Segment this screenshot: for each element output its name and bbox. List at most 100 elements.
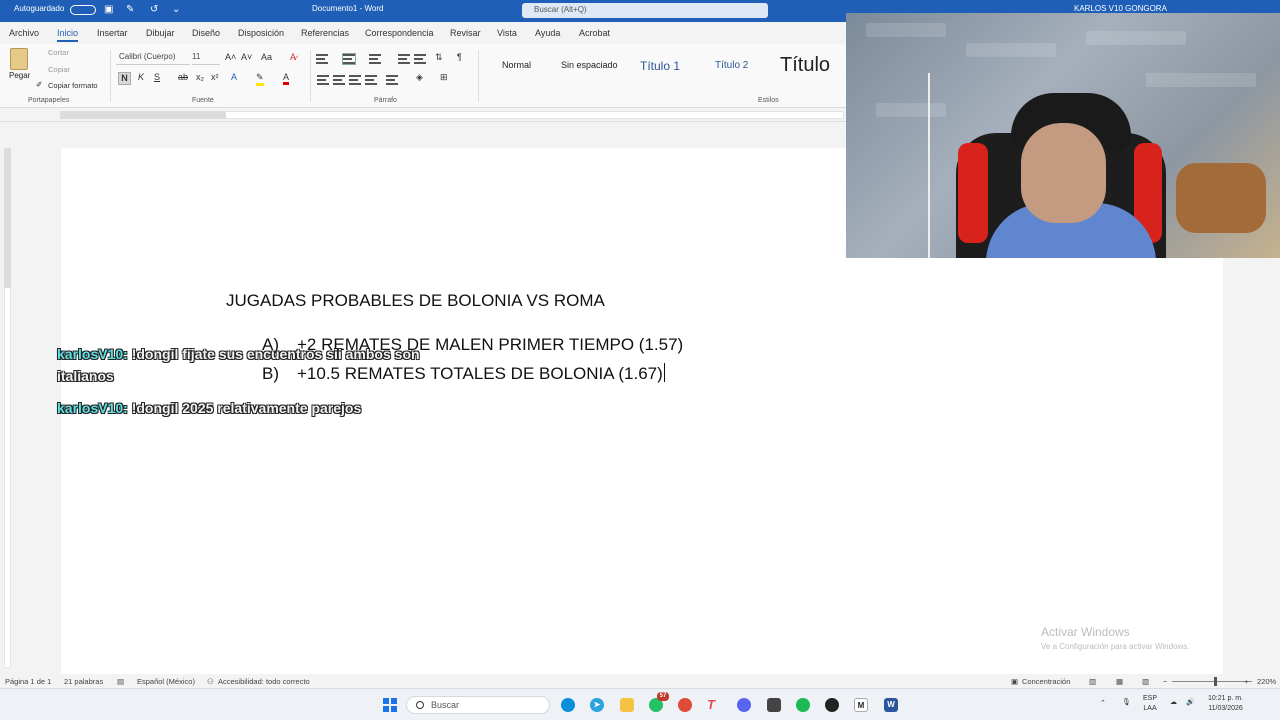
align-right-icon[interactable] [349,75,361,85]
clear-format-icon[interactable]: A̷ [290,52,296,62]
cut-button[interactable]: Cortar [48,48,69,57]
zoom-slider[interactable] [1172,681,1252,682]
paste-button[interactable]: Pegar [9,71,30,80]
style-titulo[interactable]: Título [780,54,830,77]
style-normal[interactable]: Normal [502,60,531,70]
tab-archivo[interactable]: Archivo [9,28,39,38]
telegram-icon[interactable]: ➤ [590,698,604,712]
tab-insertar[interactable]: Insertar [97,28,128,38]
autosave-toggle[interactable] [70,5,96,15]
style-titulo-1[interactable]: Título 1 [640,59,680,73]
web-layout-icon[interactable]: ▧ [1142,677,1149,686]
italic-icon[interactable]: K [138,72,144,82]
wall-brick [1146,73,1256,87]
show-marks-icon[interactable]: ¶ [457,52,462,62]
tab-dibujar[interactable]: Dibujar [146,28,175,38]
obs-icon[interactable] [825,698,839,712]
customize-icon[interactable]: ⌄ [172,4,180,15]
style-titulo-2[interactable]: Título 2 [715,60,748,71]
clock-date: 11/03/2026 [1208,705,1243,712]
format-painter-button[interactable]: Copiar formato [48,81,98,90]
ribbon-divider [110,50,111,102]
word-count[interactable]: 21 palabras [64,677,103,686]
style-sin-espaciado[interactable]: Sin espaciado [561,60,618,70]
clipboard-icon[interactable] [10,48,28,70]
align-left-icon[interactable] [317,75,329,85]
network-icon[interactable]: ☁ [1170,698,1177,708]
format-painter-icon: ✐ [36,80,43,89]
draw-icon[interactable]: ✎ [126,4,134,15]
tab-diseno[interactable]: Diseño [192,28,220,38]
taskbar-search[interactable]: Buscar [406,696,550,714]
page-count[interactable]: Página 1 de 1 [5,677,51,686]
accessibility-status[interactable]: Accesibilidad: todo correcto [218,677,310,686]
language-status[interactable]: Español (México) [137,677,195,686]
strikethrough-icon[interactable]: ab [178,72,188,82]
tray-overflow-icon[interactable]: ⌃ [1100,699,1106,709]
align-center-icon[interactable] [333,75,345,85]
font-name-select[interactable]: Calibri (Cuerpo) [116,52,190,65]
tab-revisar[interactable]: Revisar [450,28,481,38]
justify-icon[interactable] [365,75,377,85]
tab-disposicion[interactable]: Disposición [238,28,284,38]
sort-icon[interactable]: ⇅ [435,52,443,63]
grow-font-icon[interactable]: A˄ [225,52,236,62]
clock[interactable]: 10:21 p. m. 11/03/2026 [1208,694,1243,714]
edge-icon[interactable] [561,698,575,712]
bullets-icon[interactable] [316,54,328,64]
microphone-icon[interactable]: 🎙 [1122,698,1131,708]
print-layout-icon[interactable]: ▦ [1116,677,1123,686]
underline-icon[interactable]: S [154,72,160,82]
gmail-icon[interactable]: M [854,698,868,712]
group-label-paragraph: Párrafo [374,97,397,104]
zoom-level[interactable]: 220% [1257,677,1276,686]
zoom-slider-thumb[interactable] [1214,677,1217,686]
numbering-icon[interactable] [342,53,356,65]
superscript-icon[interactable]: x² [211,72,219,82]
save-icon[interactable]: ▣ [104,4,113,15]
undo-icon[interactable]: ↺ [150,4,158,15]
calculator-icon[interactable] [767,698,781,712]
keyboard-language[interactable]: ESP LAA [1143,694,1157,714]
decrease-indent-icon[interactable] [398,54,410,64]
word-icon[interactable]: W [884,698,898,712]
file-explorer-icon[interactable] [620,698,634,712]
highlight-icon[interactable]: ✎ [256,72,264,86]
typora-icon[interactable]: T [704,698,718,712]
shading-icon[interactable]: ◈ [416,72,423,83]
search-icon [416,701,424,709]
change-case-icon[interactable]: Aa [261,52,272,62]
search-box[interactable]: Buscar (Alt+Q) [522,3,768,18]
focus-mode[interactable]: Concentración [1022,677,1070,686]
discord-icon[interactable] [737,698,751,712]
tab-inicio[interactable]: Inicio [57,28,79,42]
subscript-icon[interactable]: x₂ [196,72,204,82]
horizontal-ruler[interactable] [0,108,846,122]
bold-icon[interactable]: N [118,72,131,85]
shrink-font-icon[interactable]: A˅ [241,52,252,62]
copy-button[interactable]: Copiar [48,65,70,74]
tab-correspondencia[interactable]: Correspondencia [365,28,434,38]
wall-brick [876,103,946,117]
spotify-icon[interactable] [796,698,810,712]
wall-brick [966,43,1056,57]
multilevel-list-icon[interactable] [369,54,381,64]
chrome-icon[interactable] [678,698,692,712]
account-name[interactable]: KARLOS V10 GONGORA [1074,4,1167,13]
tab-ayuda[interactable]: Ayuda [535,28,560,38]
font-size-select[interactable]: 11 [192,52,220,65]
volume-icon[interactable]: 🔊 [1186,698,1195,708]
windows-start-icon[interactable] [383,698,397,712]
read-mode-icon[interactable]: ▥ [1089,677,1096,686]
zoom-in-icon[interactable]: + [1244,677,1248,686]
font-color-icon[interactable]: A [283,72,290,85]
proofing-icon[interactable]: ▤ [117,677,124,686]
tab-acrobat[interactable]: Acrobat [579,28,610,38]
borders-icon[interactable]: ⊞ [440,72,448,83]
line-spacing-icon[interactable] [386,75,398,85]
tab-vista[interactable]: Vista [497,28,517,38]
tab-referencias[interactable]: Referencias [301,28,349,38]
text-effects-icon[interactable]: A [231,72,237,82]
zoom-out-icon[interactable]: − [1163,677,1167,686]
increase-indent-icon[interactable] [414,54,426,64]
